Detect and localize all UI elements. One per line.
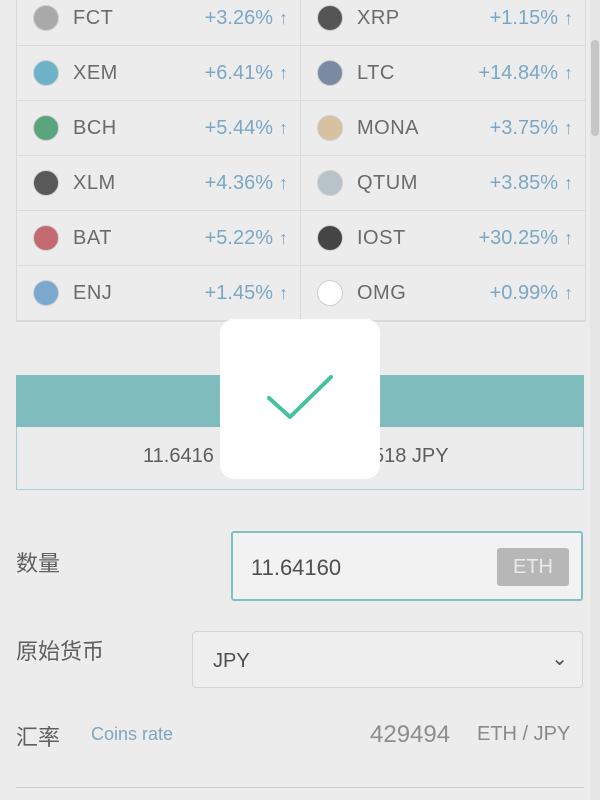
coin-change: +4.36% xyxy=(204,171,273,194)
quantity-input[interactable]: 11.64160 ETH xyxy=(231,531,583,601)
selected-currency: JPY xyxy=(213,650,250,672)
coin-row[interactable]: XRP +1.15% ↑ xyxy=(301,0,585,46)
qtum-icon xyxy=(317,170,343,196)
coin-change: +3.85% xyxy=(489,171,558,194)
arrow-up-icon: ↑ xyxy=(564,117,573,138)
rate-label: 汇率 xyxy=(16,725,61,750)
arrow-up-icon: ↑ xyxy=(279,227,288,248)
coin-name: LTC xyxy=(357,61,395,84)
arrow-up-icon: ↑ xyxy=(279,7,288,28)
coin-change: +6.41% xyxy=(204,61,273,84)
coin-name: BAT xyxy=(73,226,112,249)
coin-row[interactable]: LTC +14.84% ↑ xyxy=(301,46,585,101)
xem-icon xyxy=(33,60,59,86)
coin-row[interactable]: XLM +4.36% ↑ xyxy=(17,156,301,211)
xlm-icon xyxy=(33,170,59,196)
source-currency-select[interactable]: JPY ⌄ xyxy=(192,631,583,688)
arrow-up-icon: ↑ xyxy=(279,172,288,193)
fct-icon xyxy=(33,5,59,31)
coin-name: QTUM xyxy=(357,171,418,194)
coin-name: IOST xyxy=(357,226,406,249)
unit-badge: ETH xyxy=(497,548,569,586)
coin-row[interactable]: ENJ +1.45% ↑ xyxy=(17,266,301,321)
ltc-icon xyxy=(317,60,343,86)
xrp-icon xyxy=(317,5,343,31)
scrollbar-thumb[interactable] xyxy=(591,40,599,136)
coin-name: FCT xyxy=(73,6,114,29)
coin-row[interactable]: BAT +5.22% ↑ xyxy=(17,211,301,266)
coin-row[interactable]: QTUM +3.85% ↑ xyxy=(301,156,585,211)
quantity-value: 11.64160 xyxy=(251,555,342,580)
success-toast xyxy=(220,319,380,479)
coin-change: +0.99% xyxy=(489,281,558,304)
coin-name: OMG xyxy=(357,281,407,304)
coin-row[interactable]: MONA +3.75% ↑ xyxy=(301,101,585,156)
bch-icon xyxy=(33,115,59,141)
arrow-up-icon: ↑ xyxy=(564,62,573,83)
coin-change: +1.45% xyxy=(204,281,273,304)
coin-change: +3.75% xyxy=(489,116,558,139)
arrow-up-icon: ↑ xyxy=(279,282,288,303)
coin-row[interactable]: OMG +0.99% ↑ xyxy=(301,266,585,321)
coin-name: BCH xyxy=(73,116,117,139)
coin-change: +5.44% xyxy=(204,116,273,139)
bat-icon xyxy=(33,225,59,251)
coin-name: ENJ xyxy=(73,281,113,304)
conversion-result-text: 518 JPY xyxy=(373,445,449,467)
rate-unit: ETH / JPY xyxy=(477,723,571,745)
coin-name: XLM xyxy=(73,171,116,194)
coin-change: +30.25% xyxy=(478,226,558,249)
omg-icon xyxy=(317,280,343,306)
conversion-amount: 11.6416 xyxy=(143,445,214,467)
divider xyxy=(16,787,584,788)
arrow-up-icon: ↑ xyxy=(564,172,573,193)
mona-icon xyxy=(317,115,343,141)
coin-name: MONA xyxy=(357,116,419,139)
arrow-up-icon: ↑ xyxy=(564,7,573,28)
coin-grid: FCT +3.26% ↑ XRP +1.15% ↑ XEM +6.41% ↑ LTC +14.84%… xyxy=(16,0,586,322)
coin-row[interactable]: BCH +5.44% ↑ xyxy=(17,101,301,156)
coin-name: XEM xyxy=(73,61,118,84)
coins-rate-link[interactable]: Coins rate xyxy=(91,724,173,745)
arrow-up-icon: ↑ xyxy=(279,62,288,83)
source-currency-label: 原始货币 xyxy=(16,639,105,664)
arrow-up-icon: ↑ xyxy=(279,117,288,138)
coin-row[interactable]: FCT +3.26% ↑ xyxy=(17,0,301,46)
iost-icon xyxy=(317,225,343,251)
arrow-up-icon: ↑ xyxy=(564,282,573,303)
chevron-down-icon: ⌄ xyxy=(551,648,568,670)
quantity-label: 数量 xyxy=(16,551,61,576)
coin-name: XRP xyxy=(357,6,400,29)
coin-change: +14.84% xyxy=(478,61,558,84)
coin-change: +3.26% xyxy=(204,6,273,29)
rate-value: 429494 xyxy=(370,721,451,748)
coin-change: +1.15% xyxy=(489,6,558,29)
arrow-up-icon: ↑ xyxy=(564,227,573,248)
scrollbar[interactable] xyxy=(590,0,600,800)
enj-icon xyxy=(33,280,59,306)
coin-row[interactable]: XEM +6.41% ↑ xyxy=(17,46,301,101)
coin-row[interactable]: IOST +30.25% ↑ xyxy=(301,211,585,266)
checkmark-icon xyxy=(267,375,333,419)
coin-change: +5.22% xyxy=(204,226,273,249)
